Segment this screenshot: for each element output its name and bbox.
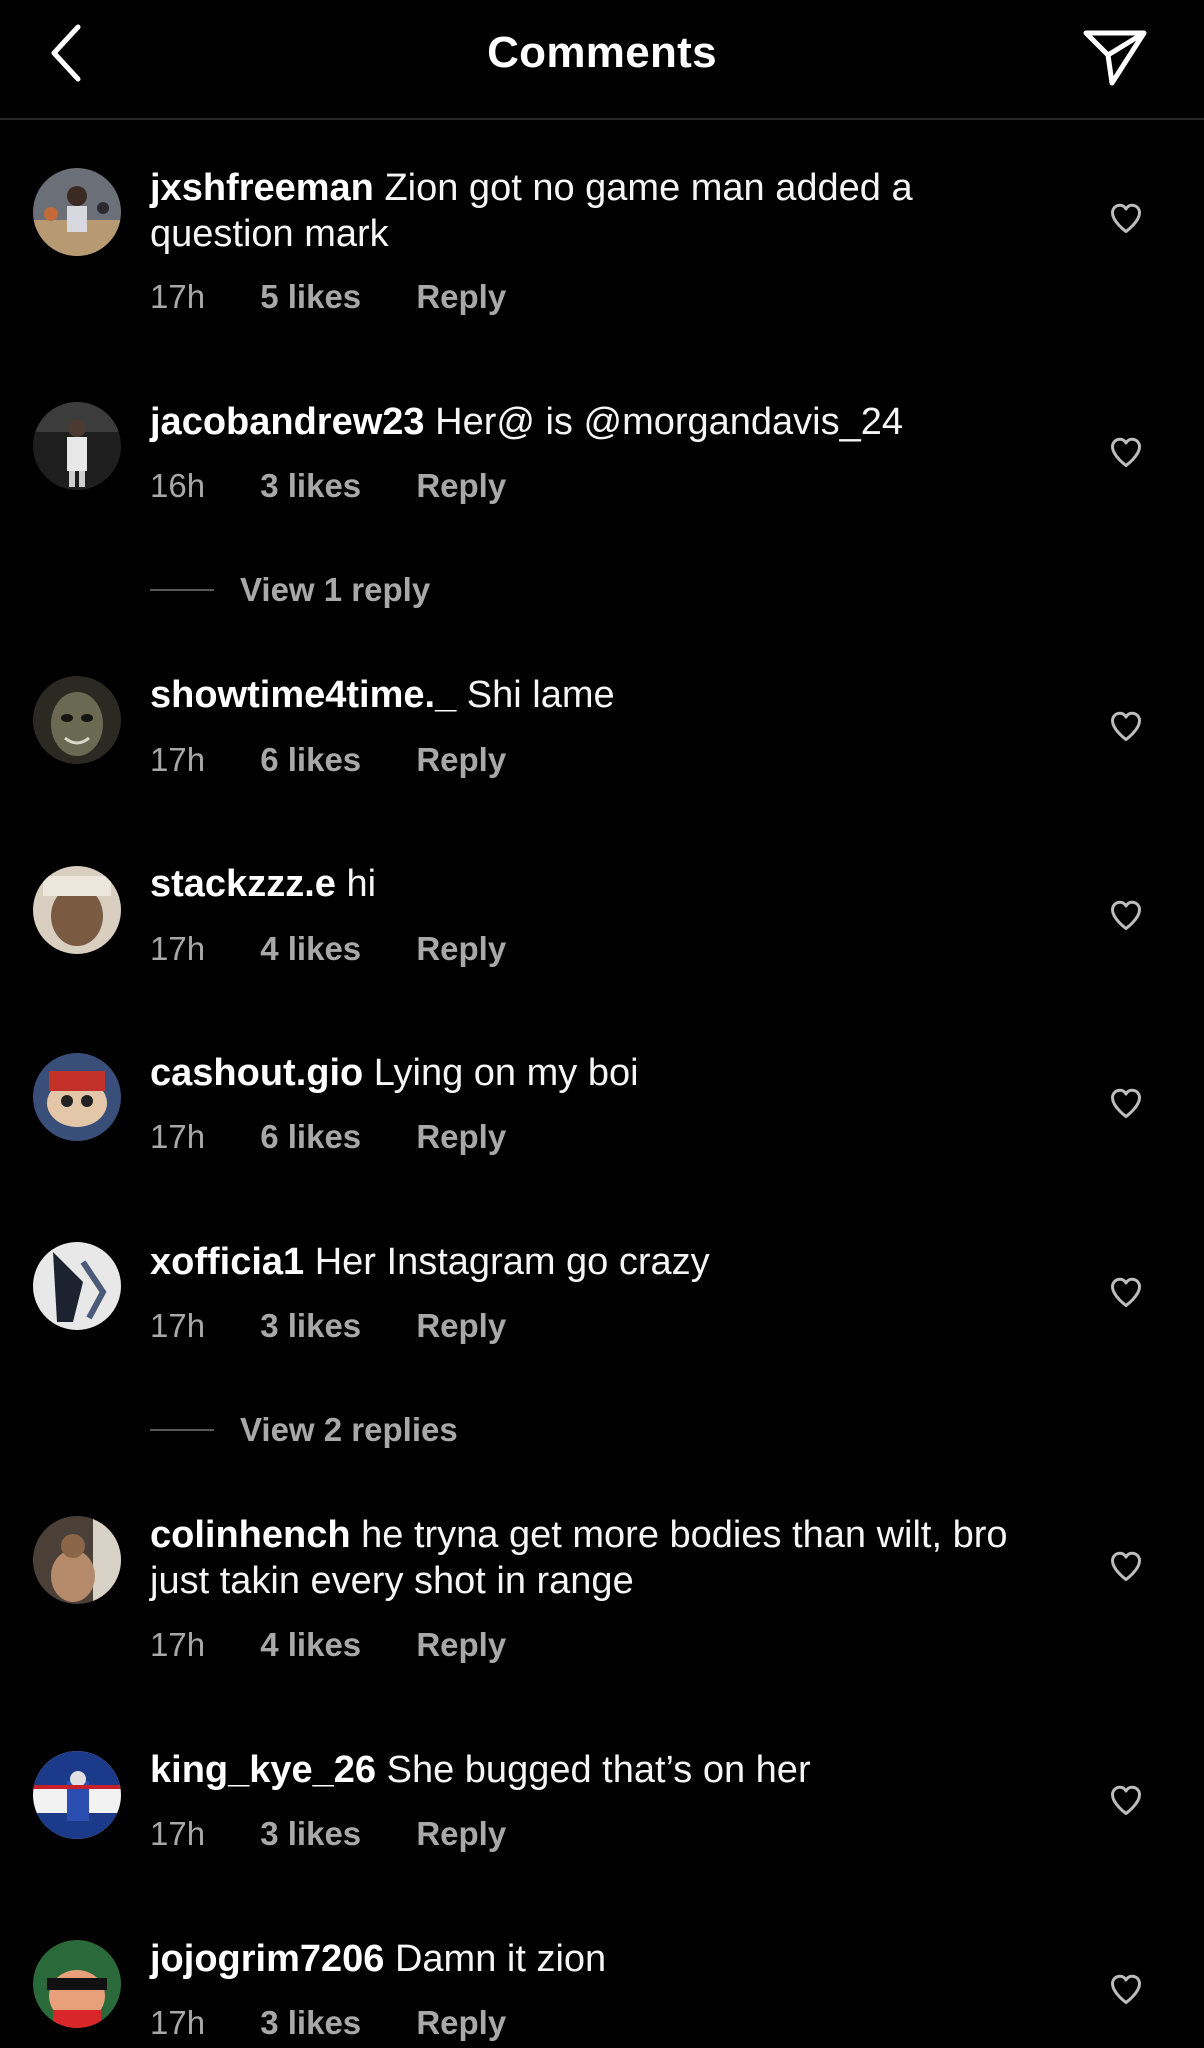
comment-meta: 17h 3 likes Reply xyxy=(150,2004,506,2042)
comment-body: Damn it zion xyxy=(394,1938,607,1980)
comment-meta: 17h 6 likes Reply xyxy=(150,741,506,779)
comment-time: 17h xyxy=(150,1815,206,1852)
comment-username[interactable]: jojogrim7206 xyxy=(150,1938,384,1980)
comment-meta: 17h 4 likes Reply xyxy=(150,1626,506,1664)
view-replies-button[interactable]: View 2 replies xyxy=(150,1410,458,1450)
comment-body: hi xyxy=(346,863,377,905)
comment-text: showtime4time._ Shi lame xyxy=(150,672,1030,718)
comment-meta: 17h 4 likes Reply xyxy=(150,930,506,968)
avatar[interactable] xyxy=(33,1053,121,1141)
reply-button[interactable]: Reply xyxy=(416,1626,506,1664)
view-replies-button[interactable]: View 1 reply xyxy=(150,570,430,610)
comment-username[interactable]: jxshfreeman xyxy=(150,167,374,209)
heart-icon[interactable] xyxy=(1108,1548,1144,1584)
avatar[interactable] xyxy=(33,1516,121,1604)
header-bar: Comments xyxy=(0,0,1204,120)
comment-body: Shi lame xyxy=(466,674,615,716)
comment-likes[interactable]: 4 likes xyxy=(260,930,361,968)
comment-meta: 17h 6 likes Reply xyxy=(150,1118,506,1156)
comment-meta: 17h 5 likes Reply xyxy=(150,278,506,316)
reply-button[interactable]: Reply xyxy=(416,1815,506,1853)
reply-button[interactable]: Reply xyxy=(416,930,506,968)
view-replies-label: View 2 replies xyxy=(240,1411,458,1448)
heart-icon[interactable] xyxy=(1108,434,1144,470)
reply-button[interactable]: Reply xyxy=(416,741,506,779)
heart-icon[interactable] xyxy=(1108,1971,1144,2007)
reply-divider-line xyxy=(150,589,214,591)
comment-time: 17h xyxy=(150,1118,206,1155)
avatar[interactable] xyxy=(33,676,121,764)
comment-body: Her@ is @morgandavis_24 xyxy=(435,401,904,443)
reply-button[interactable]: Reply xyxy=(416,1307,506,1345)
reply-button[interactable]: Reply xyxy=(416,278,506,316)
view-replies-label: View 1 reply xyxy=(240,571,431,608)
comment-meta: 16h 3 likes Reply xyxy=(150,467,506,505)
heart-icon[interactable] xyxy=(1108,897,1144,933)
avatar[interactable] xyxy=(33,1751,121,1839)
comment-likes[interactable]: 3 likes xyxy=(260,2004,361,2042)
comment-likes[interactable]: 4 likes xyxy=(260,1626,361,1664)
heart-icon[interactable] xyxy=(1108,1085,1144,1121)
comment-text: jacobandrew23 Her@ is @morgandavis_24 xyxy=(150,399,1030,445)
comment-time: 17h xyxy=(150,1626,206,1663)
comment-likes[interactable]: 6 likes xyxy=(260,741,361,779)
comment-text: cashout.gio Lying on my boi xyxy=(150,1050,1030,1096)
comment-body: Her Instagram go crazy xyxy=(314,1241,710,1283)
reply-button[interactable]: Reply xyxy=(416,1118,506,1156)
comment-username[interactable]: cashout.gio xyxy=(150,1052,363,1094)
comment-text: jxshfreeman Zion got no game man added a… xyxy=(150,165,1030,257)
avatar[interactable] xyxy=(33,168,121,256)
comment-time: 17h xyxy=(150,1307,206,1344)
heart-icon[interactable] xyxy=(1108,200,1144,236)
avatar[interactable] xyxy=(33,1242,121,1330)
comment-body: She bugged that’s on her xyxy=(386,1749,811,1791)
heart-icon[interactable] xyxy=(1108,708,1144,744)
comment-likes[interactable]: 3 likes xyxy=(260,1815,361,1853)
comment-time: 17h xyxy=(150,741,206,778)
paper-plane-icon xyxy=(1083,30,1147,86)
page-title: Comments xyxy=(487,28,717,77)
comment-likes[interactable]: 3 likes xyxy=(260,467,361,505)
comment-likes[interactable]: 6 likes xyxy=(260,1118,361,1156)
comment-text: king_kye_26 She bugged that’s on her xyxy=(150,1747,1030,1793)
avatar[interactable] xyxy=(33,402,121,490)
reply-button[interactable]: Reply xyxy=(416,2004,506,2042)
avatar[interactable] xyxy=(33,866,121,954)
comment-time: 17h xyxy=(150,930,206,967)
heart-icon[interactable] xyxy=(1108,1782,1144,1818)
avatar[interactable] xyxy=(33,1940,121,2028)
comment-time: 16h xyxy=(150,467,206,504)
comment-username[interactable]: colinhench xyxy=(150,1514,351,1556)
comment-username[interactable]: showtime4time._ xyxy=(150,674,456,716)
comment-text: colinhench he tryna get more bodies than… xyxy=(150,1512,1030,1604)
comment-text: stackzzz.e hi xyxy=(150,861,1030,907)
reply-divider-line xyxy=(150,1429,214,1431)
comment-meta: 17h 3 likes Reply xyxy=(150,1815,506,1853)
comment-username[interactable]: jacobandrew23 xyxy=(150,401,425,443)
share-button[interactable] xyxy=(1078,20,1152,94)
comment-username[interactable]: xofficia1 xyxy=(150,1241,304,1283)
heart-icon[interactable] xyxy=(1108,1274,1144,1310)
comment-body: Lying on my boi xyxy=(373,1052,639,1094)
comment-likes[interactable]: 3 likes xyxy=(260,1307,361,1345)
comment-username[interactable]: stackzzz.e xyxy=(150,863,336,905)
comment-username[interactable]: king_kye_26 xyxy=(150,1749,376,1791)
comment-text: jojogrim7206 Damn it zion xyxy=(150,1936,1030,1982)
comment-likes[interactable]: 5 likes xyxy=(260,278,361,316)
comment-meta: 17h 3 likes Reply xyxy=(150,1307,506,1345)
reply-button[interactable]: Reply xyxy=(416,467,506,505)
comment-time: 17h xyxy=(150,278,206,315)
comment-time: 17h xyxy=(150,2004,206,2041)
comment-text: xofficia1 Her Instagram go crazy xyxy=(150,1239,1030,1285)
